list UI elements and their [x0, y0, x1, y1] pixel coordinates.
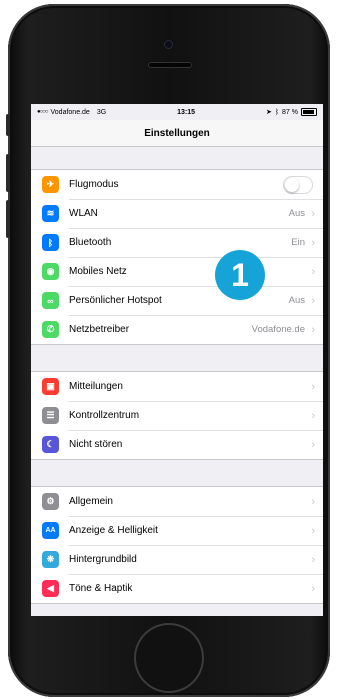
row-label: Töne & Haptik	[69, 583, 133, 594]
home-button[interactable]	[134, 623, 204, 693]
row-kontrollzentrum[interactable]: ☰ Kontrollzentrum ›	[31, 401, 323, 431]
display-icon: AA	[42, 522, 59, 539]
row-label: WLAN	[69, 199, 323, 229]
iphone-device: ●○○○ Vodafone.de 3G 13:15 ➤ ᛒ 87 % Einst…	[6, 4, 330, 697]
settings-group-notifications: ▣ Mitteilungen › ☰ Kontrollzentrum › ☾ N…	[31, 371, 323, 460]
row-netzbetreiber[interactable]: ✆ Netzbetreiber Vodafone.de ›	[31, 315, 323, 344]
row-allgemein[interactable]: ⚙ Allgemein ›	[31, 487, 323, 517]
bluetooth-icon: ᛒ	[42, 234, 59, 251]
control-center-icon: ☰	[42, 407, 59, 424]
signal-dots: ●○○○	[37, 109, 48, 115]
airplane-mode-toggle[interactable]	[283, 175, 313, 194]
chevron-right-icon: ›	[311, 495, 315, 508]
chevron-right-icon: ›	[311, 294, 315, 307]
clock: 13:15	[177, 108, 196, 116]
chevron-right-icon: ›	[311, 409, 315, 422]
chevron-right-icon: ›	[311, 438, 315, 451]
mute-switch	[6, 114, 10, 136]
notifications-icon: ▣	[42, 378, 59, 395]
row-hotspot[interactable]: ∞ Persönlicher Hotspot Aus ›	[31, 286, 323, 316]
row-label: Anzeige & Helligkeit	[69, 516, 323, 546]
row-value: Vodafone.de	[251, 324, 305, 335]
front-camera	[164, 40, 173, 49]
settings-group-general: ⚙ Allgemein › AA Anzeige & Helligkeit › …	[31, 486, 323, 604]
status-bar: ●○○○ Vodafone.de 3G 13:15 ➤ ᛒ 87 %	[31, 104, 323, 120]
row-mobiles-netz[interactable]: ◉ Mobiles Netz ›	[31, 257, 323, 287]
chevron-right-icon: ›	[311, 524, 315, 537]
row-label: Hintergrundbild	[69, 545, 323, 575]
row-value: Aus	[288, 295, 305, 306]
row-anzeige[interactable]: AA Anzeige & Helligkeit ›	[31, 516, 323, 546]
row-label: Kontrollzentrum	[69, 401, 323, 431]
carrier-name: Vodafone.de	[50, 108, 90, 116]
location-icon: ➤	[265, 109, 272, 116]
row-label: Bluetooth	[69, 228, 323, 258]
gear-icon: ⚙	[42, 493, 59, 510]
row-toene[interactable]: ◀ Töne & Haptik ›	[31, 574, 323, 603]
battery-percent: 87 %	[282, 108, 298, 116]
row-hintergrundbild[interactable]: ❋ Hintergrundbild ›	[31, 545, 323, 575]
chevron-right-icon: ›	[311, 323, 315, 336]
screen: ●○○○ Vodafone.de 3G 13:15 ➤ ᛒ 87 % Einst…	[31, 104, 323, 616]
chevron-right-icon: ›	[311, 582, 315, 595]
row-mitteilungen[interactable]: ▣ Mitteilungen ›	[31, 372, 323, 402]
row-label: Mitteilungen	[69, 372, 323, 402]
chevron-right-icon: ›	[311, 265, 315, 278]
page-title: Einstellungen	[31, 120, 323, 147]
bluetooth-status-icon: ᛒ	[274, 108, 280, 116]
row-value: Aus	[288, 208, 305, 219]
wifi-icon: ≋	[42, 205, 59, 222]
row-label: Allgemein	[69, 487, 323, 517]
sound-icon: ◀	[42, 580, 59, 597]
volume-up-button	[6, 154, 10, 192]
chevron-right-icon: ›	[311, 207, 315, 220]
antenna-icon: ◉	[42, 263, 59, 280]
moon-icon: ☾	[42, 436, 59, 453]
row-value: Ein	[291, 237, 305, 248]
phone-icon: ✆	[42, 321, 59, 338]
settings-group-connectivity: ✈ Flugmodus ≋ WLAN Aus › ᛒ Bluetooth Ein…	[31, 169, 323, 345]
wallpaper-icon: ❋	[42, 551, 59, 568]
row-wlan[interactable]: ≋ WLAN Aus ›	[31, 199, 323, 229]
chevron-right-icon: ›	[311, 236, 315, 249]
network-type: 3G	[96, 108, 107, 116]
airplane-icon: ✈	[42, 176, 59, 193]
hotspot-icon: ∞	[42, 292, 59, 309]
step-number-badge: 1	[215, 250, 265, 300]
battery-icon	[301, 108, 317, 116]
row-label: Nicht stören	[69, 439, 123, 450]
chevron-right-icon: ›	[311, 380, 315, 393]
row-label: Persönlicher Hotspot	[69, 286, 323, 316]
row-label: Mobiles Netz	[69, 257, 323, 287]
earpiece-speaker	[148, 62, 192, 68]
volume-down-button	[6, 200, 10, 238]
row-bluetooth[interactable]: ᛒ Bluetooth Ein ›	[31, 228, 323, 258]
chevron-right-icon: ›	[311, 553, 315, 566]
row-flugmodus[interactable]: ✈ Flugmodus	[31, 170, 323, 200]
row-nicht-stoeren[interactable]: ☾ Nicht stören ›	[31, 430, 323, 459]
